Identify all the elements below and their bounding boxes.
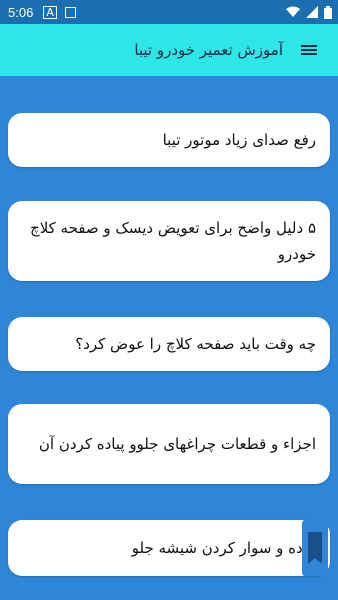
signal-icon xyxy=(306,6,318,18)
list-item-label: اجزاء و قطعات چراغهای جلوو پیاده کردن آن xyxy=(38,435,316,453)
menu-icon[interactable] xyxy=(299,41,321,59)
list-item[interactable]: اجزاء و قطعات چراغهای جلوو پیاده کردن آن xyxy=(8,404,330,484)
wifi-icon xyxy=(286,6,300,17)
notification-square-icon xyxy=(64,6,76,18)
list-item-label: ۵ دلیل واضح برای تعویض دیسک و صفحه کلاچ … xyxy=(30,219,316,263)
list-item[interactable]: پیاده و سوار کردن شیشه جلو xyxy=(8,520,330,576)
app-bar: آموزش تعمیر خودرو تیبا xyxy=(0,24,338,76)
list-item[interactable]: رفع صدای زیاد موتور تیبا xyxy=(8,113,330,167)
list-item-label: پیاده و سوار کردن شیشه جلو xyxy=(131,539,316,557)
bookmark-scroll-icon[interactable] xyxy=(302,520,328,576)
app-title: آموزش تعمیر خودرو تیبا xyxy=(134,41,283,59)
list-item-label: رفع صدای زیاد موتور تیبا xyxy=(162,131,316,149)
status-time: 5:06 xyxy=(8,4,34,20)
list-item[interactable]: ۵ دلیل واضح برای تعویض دیسک و صفحه کلاچ … xyxy=(8,201,330,281)
list-item[interactable]: چه وقت باید صفحه کلاچ را عوض کرد؟ xyxy=(8,317,330,371)
battery-icon xyxy=(324,5,332,19)
status-bar: 5:06 A xyxy=(0,0,338,24)
notification-a-icon: A xyxy=(43,5,57,19)
list-item-label: چه وقت باید صفحه کلاچ را عوض کرد؟ xyxy=(75,335,316,353)
bookmark-icon xyxy=(308,532,322,564)
